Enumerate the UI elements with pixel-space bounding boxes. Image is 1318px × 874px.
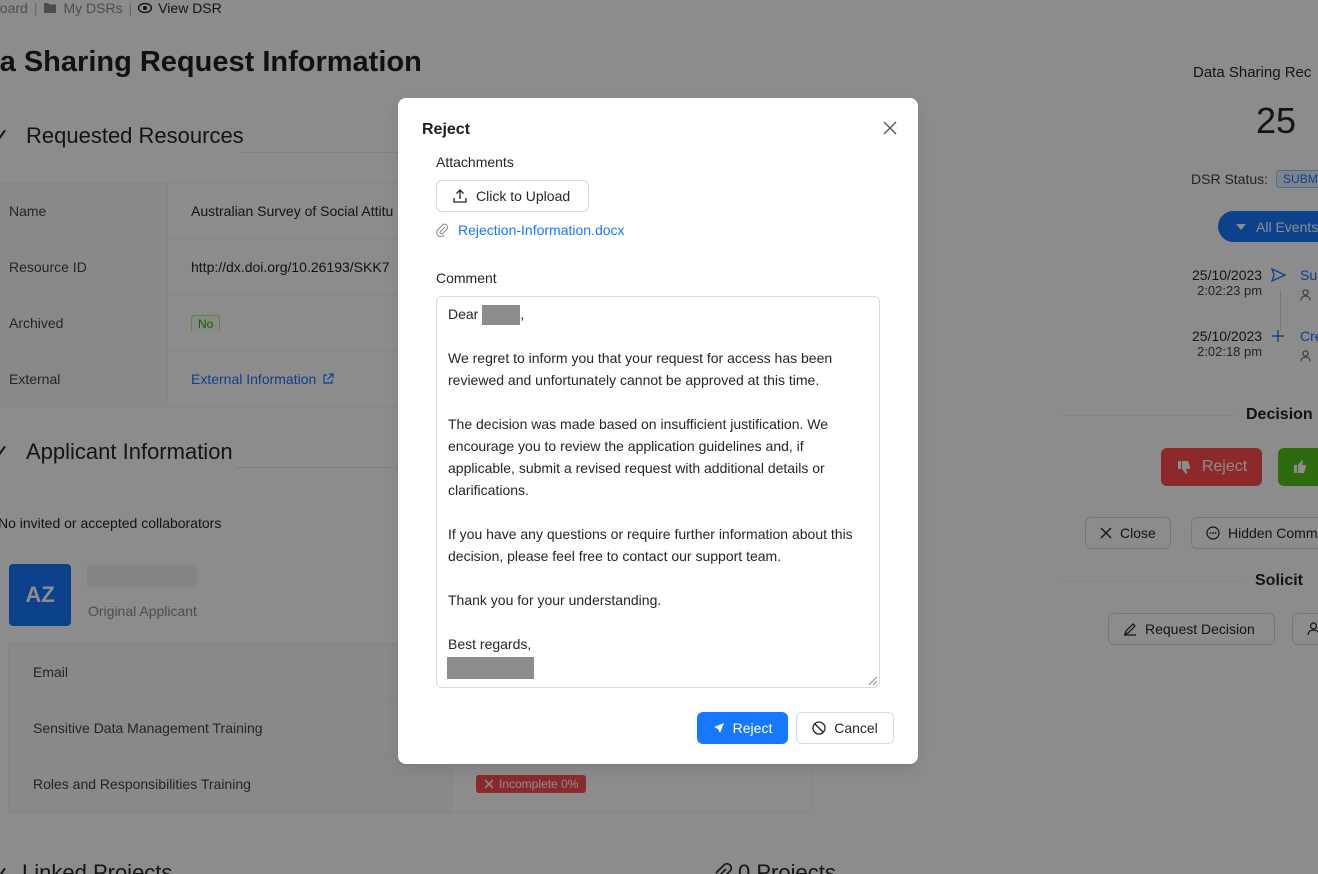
attachment-file[interactable]: Rejection-Information.docx <box>436 222 625 238</box>
redacted-name <box>482 305 521 326</box>
upload-label: Click to Upload <box>476 188 571 204</box>
comment-paragraph: Thank you for your understanding. <box>448 592 662 609</box>
close-icon <box>883 121 897 135</box>
cancel-label: Cancel <box>834 720 878 736</box>
comment-paragraph: If you have any questions or require fur… <box>448 526 853 565</box>
resize-handle-icon[interactable] <box>866 674 878 686</box>
comment-greeting-line: Dear , <box>448 303 868 326</box>
redacted-signature <box>447 656 534 679</box>
reject-submit-button[interactable]: Reject <box>697 712 788 744</box>
stop-icon <box>812 721 826 735</box>
reject-modal: Reject Attachments Click to Upload Rejec… <box>398 98 918 764</box>
upload-icon <box>453 189 467 203</box>
upload-button[interactable]: Click to Upload <box>436 180 589 212</box>
attachment-file-name: Rejection-Information.docx <box>458 222 625 238</box>
send-icon <box>713 723 724 733</box>
comment-paragraph: The decision was made based on insuffici… <box>448 416 829 499</box>
comment-greeting: Dear <box>448 306 479 322</box>
comment-closing: Best regards, <box>448 636 532 653</box>
comment-label: Comment <box>436 270 497 286</box>
modal-title: Reject <box>422 121 471 138</box>
comment-signature-line <box>447 655 868 679</box>
paperclip-icon <box>436 223 448 237</box>
cancel-button[interactable]: Cancel <box>796 712 894 744</box>
comment-textarea[interactable]: Dear , We regret to inform you that your… <box>436 296 880 688</box>
comment-paragraph: We regret to inform you that your reques… <box>448 350 833 389</box>
attachments-label: Attachments <box>436 154 514 170</box>
reject-submit-label: Reject <box>732 720 773 736</box>
modal-close-button[interactable] <box>880 118 900 138</box>
